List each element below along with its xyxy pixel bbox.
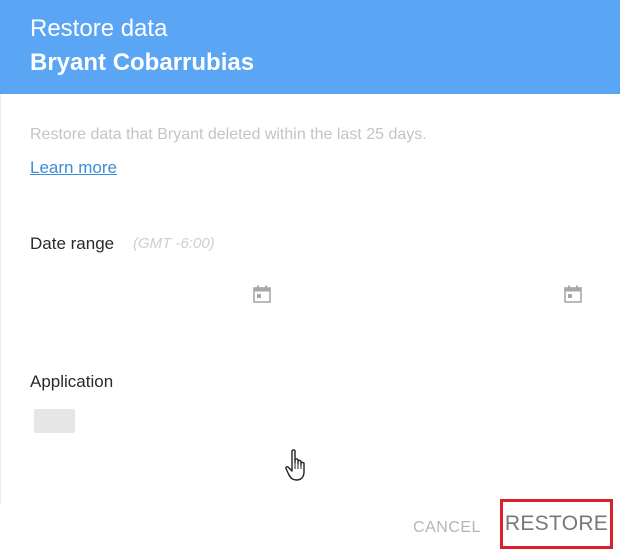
cancel-button[interactable]: CANCEL bbox=[406, 513, 488, 543]
application-select[interactable] bbox=[34, 409, 75, 433]
end-date-calendar-icon[interactable] bbox=[563, 284, 583, 304]
hand-pointer-icon bbox=[284, 448, 310, 482]
learn-more-link[interactable]: Learn more bbox=[30, 158, 117, 178]
timezone-label: (GMT -6:00) bbox=[133, 235, 215, 252]
dialog-title: Restore data bbox=[30, 15, 168, 42]
start-date-calendar-icon[interactable] bbox=[252, 284, 272, 304]
dialog-left-border bbox=[0, 94, 1, 504]
date-range-label: Date range bbox=[30, 234, 115, 253]
user-name: Bryant Cobarrubias bbox=[30, 49, 255, 76]
restore-data-dialog: Restore data Bryant Cobarrubias Restore … bbox=[0, 0, 620, 554]
dialog-description: Restore data that Bryant deleted within … bbox=[30, 126, 427, 143]
calendar-icon bbox=[253, 285, 271, 303]
dialog-header: Restore data Bryant Cobarrubias bbox=[0, 0, 620, 94]
restore-button[interactable]: RESTORE bbox=[503, 502, 610, 546]
application-label: Application bbox=[30, 372, 114, 391]
calendar-icon bbox=[564, 285, 582, 303]
